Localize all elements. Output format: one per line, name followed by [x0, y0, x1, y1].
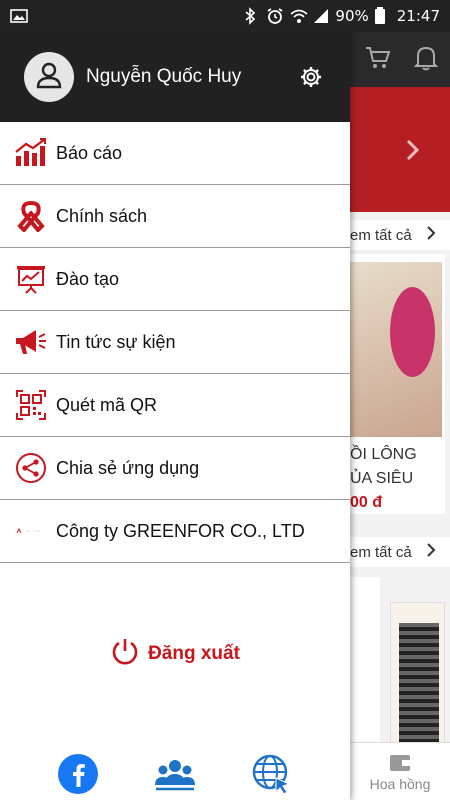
wifi-icon — [289, 7, 309, 25]
drawer-footer — [0, 752, 350, 800]
see-all-link[interactable]: em tất cả — [350, 220, 450, 250]
product-title-line: ỦA SIÊU — [350, 470, 414, 487]
user-name: Nguyễn Quốc Huy — [86, 66, 242, 87]
menu-item-label: Báo cáo — [56, 142, 123, 163]
cart-icon[interactable] — [365, 46, 391, 75]
facebook-icon[interactable] — [56, 752, 100, 796]
bluetooth-icon — [243, 7, 261, 25]
clock: 21:47 — [396, 7, 440, 25]
drawer-menu: Báo cáo Chính sách Đào tạo Tin tức sự ki… — [0, 122, 350, 563]
menu-item-label: Tin tức sự kiện — [56, 331, 176, 352]
see-all-link[interactable]: em tất cả — [350, 537, 450, 567]
ribbon-icon — [14, 199, 48, 233]
notification-bell-icon[interactable] — [413, 44, 439, 77]
drawer-header: Nguyễn Quốc Huy — [0, 32, 350, 122]
see-all-label: em tất cả — [350, 226, 412, 244]
menu-item-label: Chia sẻ ứng dụng — [56, 457, 200, 478]
product-price: 00 đ — [350, 494, 383, 511]
battery-icon — [374, 7, 392, 25]
power-icon — [110, 636, 140, 671]
menu-item-news[interactable]: Tin tức sự kiện — [0, 311, 350, 374]
signal-icon — [312, 7, 330, 25]
menu-item-policy[interactable]: Chính sách — [0, 185, 350, 248]
see-all-label: em tất cả — [350, 543, 412, 561]
alarm-icon — [266, 7, 284, 25]
menu-item-share-app[interactable]: Chia sẻ ứng dụng — [0, 437, 350, 500]
wallet-icon — [388, 751, 412, 776]
product-title-line: ỒI LÔNG — [350, 446, 417, 463]
menu-item-training[interactable]: Đào tạo — [0, 248, 350, 311]
megaphone-icon — [14, 325, 48, 359]
product-card[interactable] — [345, 577, 380, 742]
gear-icon[interactable] — [300, 66, 322, 88]
presentation-icon — [14, 262, 48, 296]
menu-item-label: Đào tạo — [56, 268, 120, 289]
bottom-tab-commission[interactable]: Hoa hồng — [350, 742, 450, 800]
product-image — [350, 262, 442, 437]
company-logo-icon — [14, 514, 48, 548]
menu-item-scan-qr[interactable]: Quét mã QR — [0, 374, 350, 437]
logout-button[interactable]: Đăng xuất — [0, 636, 350, 671]
image-notification-icon — [10, 7, 28, 25]
share-icon — [14, 451, 48, 485]
users-icon[interactable] — [153, 752, 197, 796]
menu-item-label: Công ty GREENFOR CO., LTD — [56, 520, 305, 541]
bottom-tab-label: Hoa hồng — [369, 776, 431, 792]
status-bar: 90% 21:47 — [0, 0, 450, 32]
battery-percent: 90% — [335, 7, 369, 25]
chevron-right-icon[interactable] — [405, 139, 421, 166]
bar-chart-icon — [14, 136, 48, 170]
menu-item-reports[interactable]: Báo cáo — [0, 122, 350, 185]
navigation-drawer: Nguyễn Quốc Huy Báo cáo Chính sách Đào t… — [0, 32, 350, 800]
logout-label: Đăng xuất — [148, 642, 240, 664]
menu-item-company[interactable]: Công ty GREENFOR CO., LTD — [0, 500, 350, 563]
qr-code-icon — [14, 388, 48, 422]
web-icon[interactable] — [250, 752, 294, 796]
avatar[interactable] — [24, 52, 74, 102]
chevron-right-icon — [426, 543, 436, 561]
menu-item-label: Quét mã QR — [56, 394, 158, 415]
chevron-right-icon — [426, 226, 436, 244]
menu-item-label: Chính sách — [56, 205, 148, 226]
user-icon — [35, 61, 63, 94]
